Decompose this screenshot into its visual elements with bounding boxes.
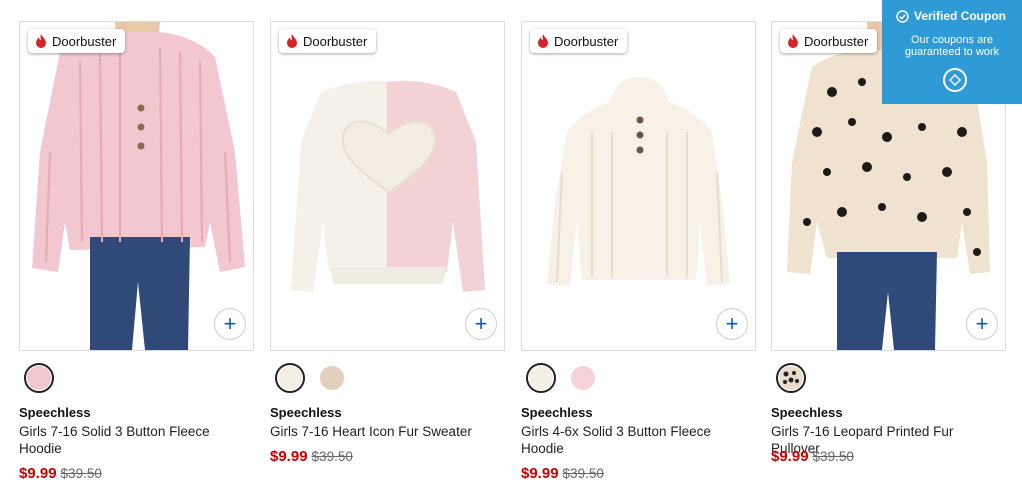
original-price: $39.50	[60, 466, 102, 481]
flame-icon	[36, 34, 46, 48]
color-swatch[interactable]	[526, 363, 556, 393]
original-price: $39.50	[812, 449, 854, 464]
color-swatches	[776, 363, 806, 393]
sale-price: $9.99	[19, 465, 57, 482]
doorbuster-badge: Doorbuster	[530, 29, 628, 53]
coupon-subtitle: Our coupons are guaranteed to work	[882, 34, 1022, 58]
product-brand[interactable]: Speechless	[270, 405, 342, 420]
product-brand[interactable]: Speechless	[19, 405, 91, 420]
product-title[interactable]: Girls 4-6x Solid 3 Button Fleece Hoodie	[521, 423, 751, 457]
product-brand[interactable]: Speechless	[521, 405, 593, 420]
original-price: $39.50	[562, 466, 604, 481]
flame-icon	[287, 34, 297, 48]
coupon-line-2: guaranteed to work	[904, 46, 1000, 58]
add-to-bag-button[interactable]: +	[716, 308, 748, 340]
coupon-title: Verified Coupon	[914, 9, 1007, 23]
product-price: $9.99 $39.50	[270, 448, 353, 465]
leopard-swatch-pattern	[779, 366, 803, 390]
seal-shape	[948, 73, 962, 87]
product-photo	[20, 22, 253, 350]
product-price: $9.99 $39.50	[521, 465, 604, 482]
product-photo	[271, 22, 504, 350]
product-title[interactable]: Girls 7-16 Heart Icon Fur Sweater	[270, 423, 500, 440]
sale-price: $9.99	[270, 448, 308, 465]
badge-label: Doorbuster	[554, 33, 619, 49]
product-image[interactable]: Doorbuster +	[521, 21, 756, 351]
doorbuster-badge: Doorbuster	[28, 29, 126, 53]
sale-price: $9.99	[771, 448, 809, 465]
badge-label: Doorbuster	[52, 33, 117, 49]
product-title[interactable]: Girls 7-16 Solid 3 Button Fleece Hoodie	[19, 423, 249, 457]
doorbuster-badge: Doorbuster	[279, 29, 377, 53]
coupon-header: Verified Coupon	[896, 9, 1006, 23]
color-swatch[interactable]	[275, 363, 305, 393]
color-swatch[interactable]	[776, 363, 806, 393]
flame-icon	[788, 34, 798, 48]
product-brand[interactable]: Speechless	[771, 405, 843, 420]
add-to-bag-button[interactable]: +	[214, 308, 246, 340]
color-swatches	[526, 363, 598, 393]
add-to-bag-button[interactable]: +	[966, 308, 998, 340]
check-circle-icon	[896, 9, 909, 23]
flame-icon	[538, 34, 548, 48]
color-swatches	[275, 363, 347, 393]
product-photo	[522, 22, 755, 350]
badge-label: Doorbuster	[804, 33, 869, 49]
color-swatches	[24, 363, 54, 393]
product-image[interactable]: Doorbuster +	[19, 21, 254, 351]
original-price: $39.50	[311, 449, 353, 464]
product-image[interactable]: Doorbuster +	[270, 21, 505, 351]
product-price: $9.99 $39.50	[771, 448, 854, 465]
badge-seal-icon[interactable]	[943, 68, 967, 92]
color-swatch[interactable]	[24, 363, 54, 393]
coupon-line-1: Our coupons are	[911, 34, 993, 46]
product-grid: Doorbuster + Speechless Girls 7-16 Solid…	[19, 21, 1009, 491]
add-to-bag-button[interactable]: +	[465, 308, 497, 340]
product-price: $9.99 $39.50	[19, 465, 102, 482]
color-swatch[interactable]	[317, 363, 347, 393]
sale-price: $9.99	[521, 465, 559, 482]
verified-coupon-widget[interactable]: Verified Coupon Our coupons are guarante…	[882, 0, 1022, 104]
badge-label: Doorbuster	[303, 33, 368, 49]
doorbuster-badge: Doorbuster	[780, 29, 878, 53]
color-swatch[interactable]	[568, 363, 598, 393]
